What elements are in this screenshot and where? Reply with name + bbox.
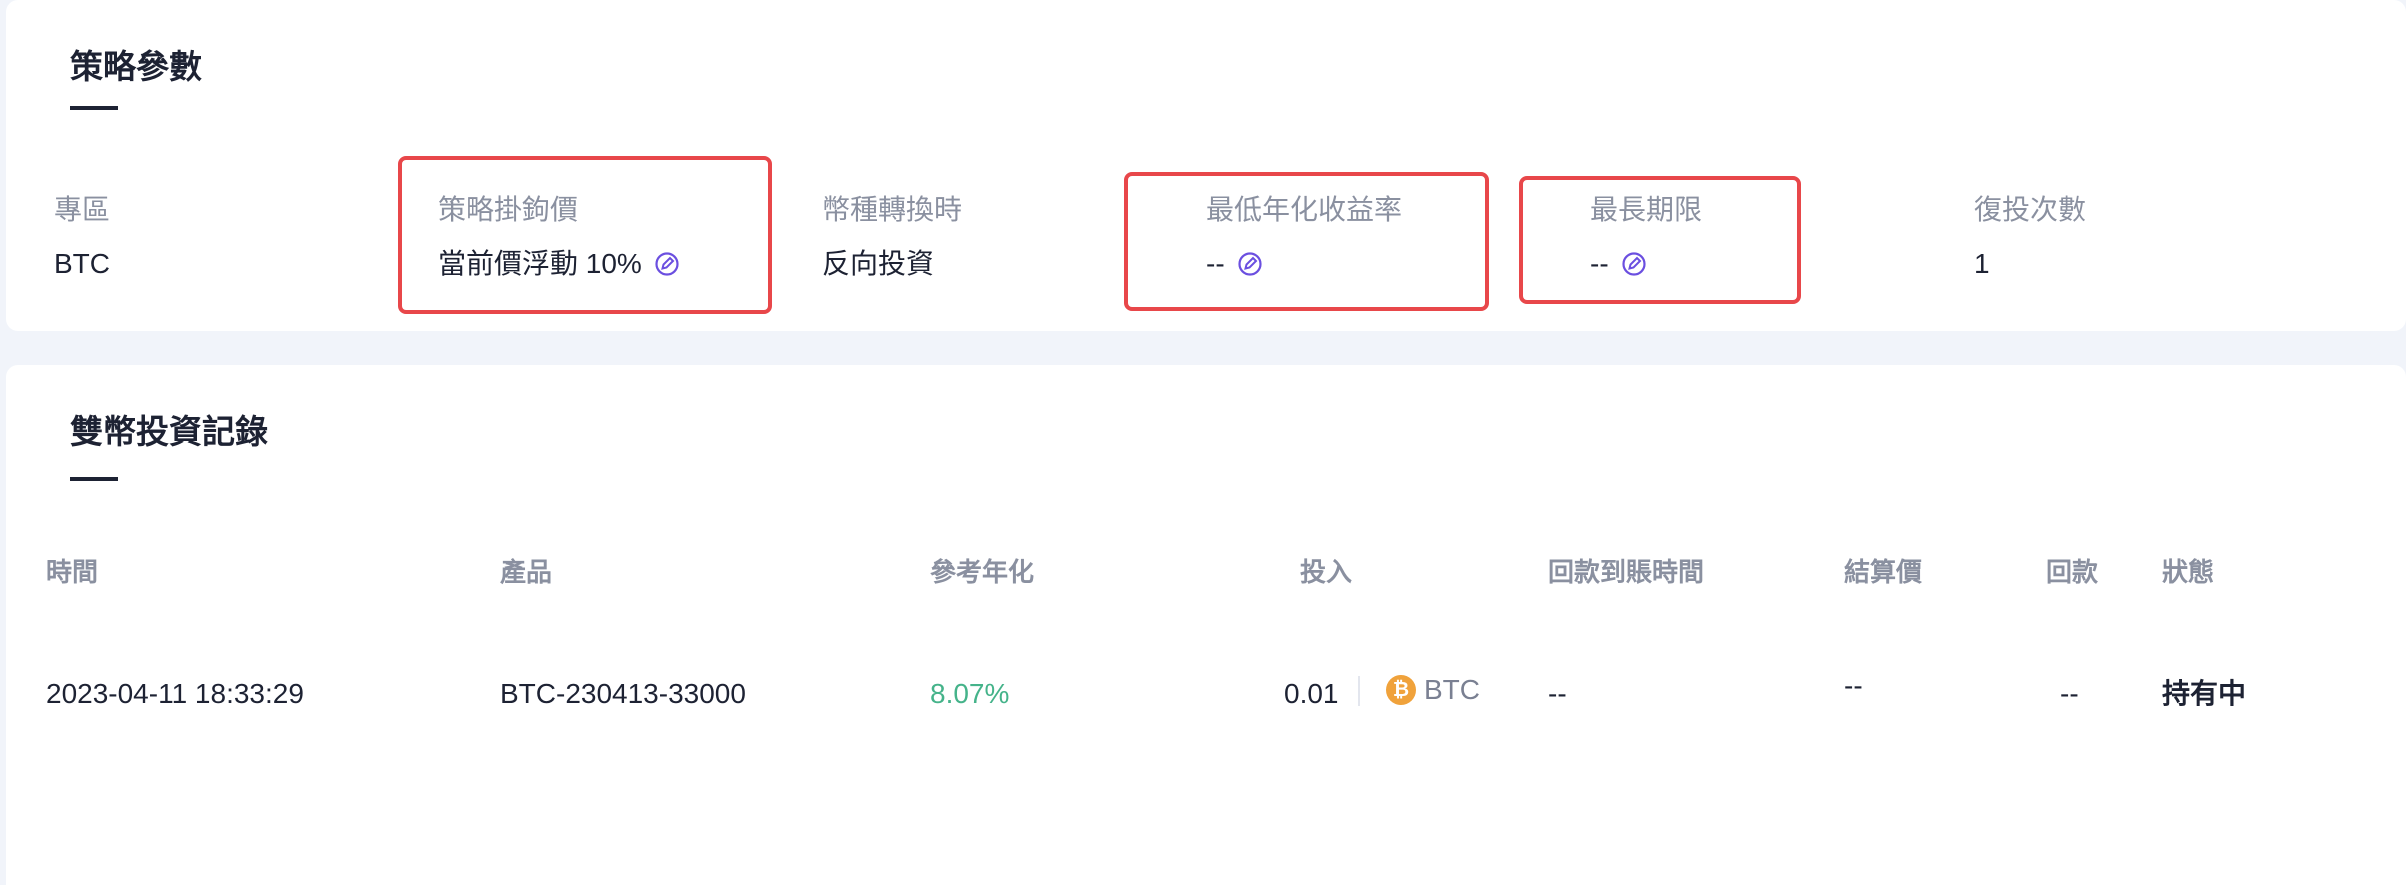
row-product[interactable]: BTC-230413-33000 [500,676,746,712]
row-payout: -- [2060,678,2079,709]
param-conversion-value: 反向投資 [822,248,935,279]
records-title: 雙幣投資記錄 [70,413,268,450]
row-coin-name: BTC [1424,674,1480,705]
param-conversion-label: 幣種轉換時 [822,194,963,225]
col-header-payout-time: 回款到賬時間 [1548,557,1705,587]
highlight-box-max-term [1519,176,1801,304]
param-zone-value: BTC [54,248,110,279]
col-header-settle-price: 結算價 [1844,557,1923,587]
highlight-box-min-apy [1124,172,1489,311]
row-settle-price: -- [1844,670,1863,701]
col-header-payout: 回款 [2046,557,2099,587]
param-conversion: 幣種轉換時 反向投資 [822,192,962,282]
btc-coin-icon: ₿ [1386,675,1416,705]
row-time: 2023-04-11 18:33:29 [46,678,304,709]
params-title-underline [70,106,118,110]
highlight-box-strike-price [398,156,772,314]
amount-divider [1358,676,1360,706]
col-header-amount: 投入 [1300,557,1353,587]
param-zone: 專區 BTC [54,192,110,282]
row-payout-time: -- [1548,678,1567,709]
row-coin: ₿ BTC [1386,674,1480,706]
row-status: 持有中 [2162,678,2247,709]
col-header-time: 時間 [46,557,99,587]
params-title: 策略參數 [70,48,202,85]
param-reinvest-count-label: 復投次數 [1974,194,2087,225]
param-zone-label: 專區 [54,194,111,225]
dual-invest-records-card: 雙幣投資記錄 [6,365,2406,885]
row-amount: 0.01 [1284,678,1339,709]
col-header-status: 狀態 [2162,557,2215,587]
row-apy: 8.07% [930,678,1010,709]
records-title-underline [70,477,118,481]
param-reinvest-count-value: 1 [1974,248,1990,279]
col-header-apy: 參考年化 [930,557,1035,587]
col-header-product: 產品 [500,557,553,587]
param-reinvest-count: 復投次數 1 [1974,192,2086,282]
